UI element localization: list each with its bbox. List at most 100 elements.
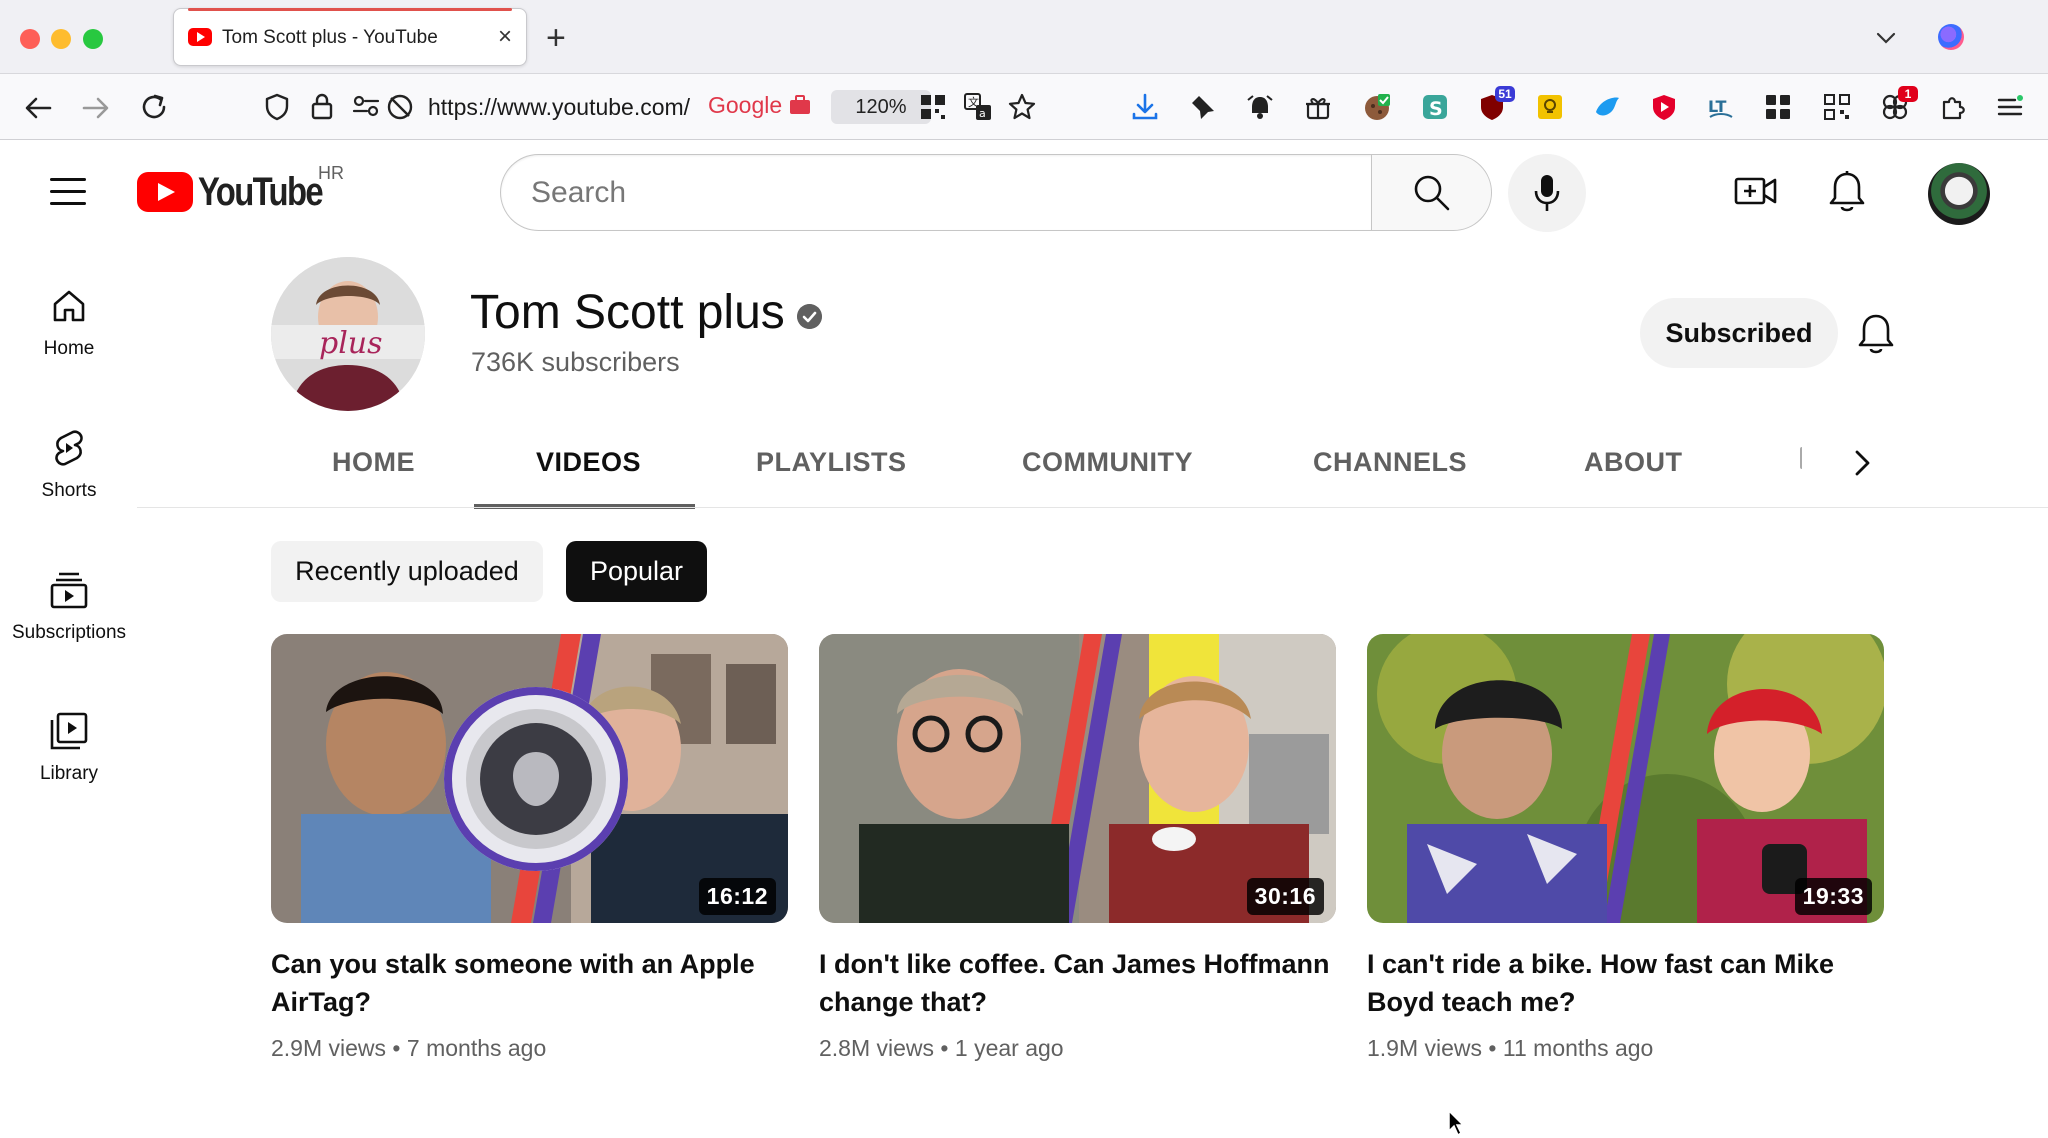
new-tab-button[interactable]: + [546, 18, 566, 58]
tab-videos[interactable]: VIDEOS [536, 447, 641, 478]
google-extension-badge[interactable]: Google [708, 92, 811, 119]
qr-grid-icon[interactable] [918, 92, 948, 122]
guide-item-home[interactable]: Home [0, 286, 138, 396]
minimize-window-button[interactable] [51, 29, 71, 49]
zoom-level-indicator[interactable]: 120% [831, 90, 931, 124]
channel-avatar[interactable]: plus [271, 257, 425, 411]
shorts-icon [55, 430, 83, 466]
create-video-icon[interactable] [1733, 171, 1779, 211]
guide-item-subscriptions[interactable]: Subscriptions [0, 570, 138, 680]
tab-home[interactable]: HOME [332, 447, 415, 478]
tab-community[interactable]: COMMUNITY [1022, 447, 1193, 478]
youtube-logo-text: YouTube [198, 170, 324, 214]
youtube-play-icon [137, 172, 193, 212]
forward-icon[interactable] [80, 93, 112, 123]
search-input[interactable] [531, 155, 1351, 230]
region-code: HR [318, 163, 344, 183]
account-avatar[interactable] [1928, 163, 1990, 225]
close-tab-icon[interactable]: × [498, 22, 512, 52]
channel-notifications-bell-icon[interactable] [1856, 312, 1896, 356]
alarm-extension-icon[interactable] [1245, 92, 1275, 122]
subscriptions-icon [50, 572, 88, 609]
translate-icon[interactable]: 文a [963, 92, 993, 122]
video-thumbnail[interactable]: 19:33 [1367, 634, 1884, 923]
tab-channels[interactable]: CHANNELS [1313, 447, 1467, 478]
shield-play-extension-icon[interactable] [1649, 92, 1679, 122]
extension-count-badge: 51 [1495, 86, 1515, 102]
video-duration: 30:16 [1246, 878, 1324, 915]
idea-extension-icon[interactable] [1535, 92, 1565, 122]
voice-search-button[interactable] [1508, 154, 1586, 232]
maximize-window-button[interactable] [83, 29, 103, 49]
lt-extension-icon[interactable]: LT [1706, 92, 1736, 122]
tab-search-partial-icon[interactable] [1800, 447, 1804, 469]
mouse-cursor-icon [1448, 1110, 1465, 1136]
google-badge-label: Google [708, 92, 783, 118]
guide-label-library: Library [39, 763, 99, 784]
video-card[interactable]: 30:16 I don't like coffee. Can James Hof… [819, 634, 1336, 1062]
tabs-scroll-right-chevron-icon[interactable] [1848, 448, 1876, 478]
guide-label-home: Home [43, 338, 95, 359]
video-title[interactable]: I can't ride a bike. How fast can Mike B… [1367, 945, 1884, 1021]
guide-label-shorts: Shorts [41, 480, 97, 501]
video-title[interactable]: Can you stalk someone with an Apple AirT… [271, 945, 788, 1021]
browser-tab-active[interactable]: Tom Scott plus - YouTube × [173, 8, 527, 66]
video-duration: 19:33 [1794, 878, 1872, 915]
chip-popular[interactable]: Popular [566, 541, 707, 602]
video-title[interactable]: I don't like coffee. Can James Hoffmann … [819, 945, 1336, 1021]
address-bar-url[interactable]: https://www.youtube.com/ [428, 94, 690, 121]
tab-playlists[interactable]: PLAYLISTS [756, 447, 907, 478]
briefcase-icon [789, 95, 810, 114]
extension-count-badge: 1 [1898, 86, 1918, 102]
downloads-icon[interactable] [1130, 92, 1160, 122]
app-menu-icon[interactable] [1995, 92, 2025, 122]
qr-code-icon[interactable] [1822, 92, 1852, 122]
autoplay-blocked-icon[interactable] [385, 92, 415, 122]
tab-list-chevron-icon[interactable] [1874, 26, 1898, 50]
video-card[interactable]: 19:33 I can't ride a bike. How fast can … [1367, 634, 1884, 1062]
flower-extension-icon[interactable]: 1 [1880, 86, 1918, 122]
tab-about[interactable]: ABOUT [1584, 447, 1683, 478]
video-thumbnail[interactable]: 30:16 [819, 634, 1336, 923]
search-box [500, 154, 1372, 231]
back-icon[interactable] [22, 93, 54, 123]
bookmark-star-icon[interactable] [1007, 92, 1037, 122]
video-thumbnail[interactable]: 16:12 [271, 634, 788, 923]
gift-extension-icon[interactable] [1303, 92, 1333, 122]
microphone-icon [1534, 175, 1560, 211]
tracking-protection-shield-icon[interactable] [263, 92, 291, 122]
verified-check-icon [797, 304, 822, 329]
s-extension-icon[interactable]: S [1420, 92, 1450, 122]
video-card[interactable]: 16:12 Can you stalk someone with an Appl… [271, 634, 788, 1062]
guide-item-shorts[interactable]: Shorts [0, 428, 138, 538]
youtube-favicon-icon [188, 28, 212, 46]
guide-item-library[interactable]: Library [0, 711, 138, 821]
browser-account-icon[interactable] [1938, 24, 1964, 50]
video-age: 11 months ago [1502, 1035, 1654, 1061]
search-icon [1414, 175, 1450, 211]
tabs-divider [137, 507, 2048, 508]
extensions-puzzle-icon[interactable] [1938, 92, 1968, 122]
apps-grid-icon[interactable] [1763, 92, 1793, 122]
svg-text:S: S [1429, 98, 1443, 120]
ublock-extension-icon[interactable]: 51 [1477, 86, 1515, 122]
search-button[interactable] [1371, 154, 1492, 231]
notifications-bell-icon[interactable] [1827, 169, 1867, 215]
channel-name: Tom Scott plus [470, 286, 785, 339]
close-window-button[interactable] [20, 29, 40, 49]
reload-icon[interactable] [138, 91, 170, 123]
cookie-extension-icon[interactable] [1362, 92, 1392, 122]
video-age: 1 year ago [954, 1035, 1064, 1061]
chip-recently-uploaded[interactable]: Recently uploaded [271, 541, 543, 602]
video-duration: 16:12 [698, 878, 776, 915]
library-icon [50, 712, 88, 750]
cookie-icon [1365, 94, 1390, 120]
browser-tab-title: Tom Scott plus - YouTube [222, 27, 438, 48]
subscribed-button[interactable]: Subscribed [1640, 298, 1838, 368]
pin-extension-icon[interactable] [1188, 92, 1218, 122]
lock-icon[interactable] [309, 91, 335, 121]
bird-extension-icon[interactable] [1592, 92, 1622, 122]
video-views: 1.9M views [1367, 1035, 1483, 1061]
guide-menu-icon[interactable] [50, 178, 86, 206]
permissions-icon[interactable] [352, 93, 380, 119]
